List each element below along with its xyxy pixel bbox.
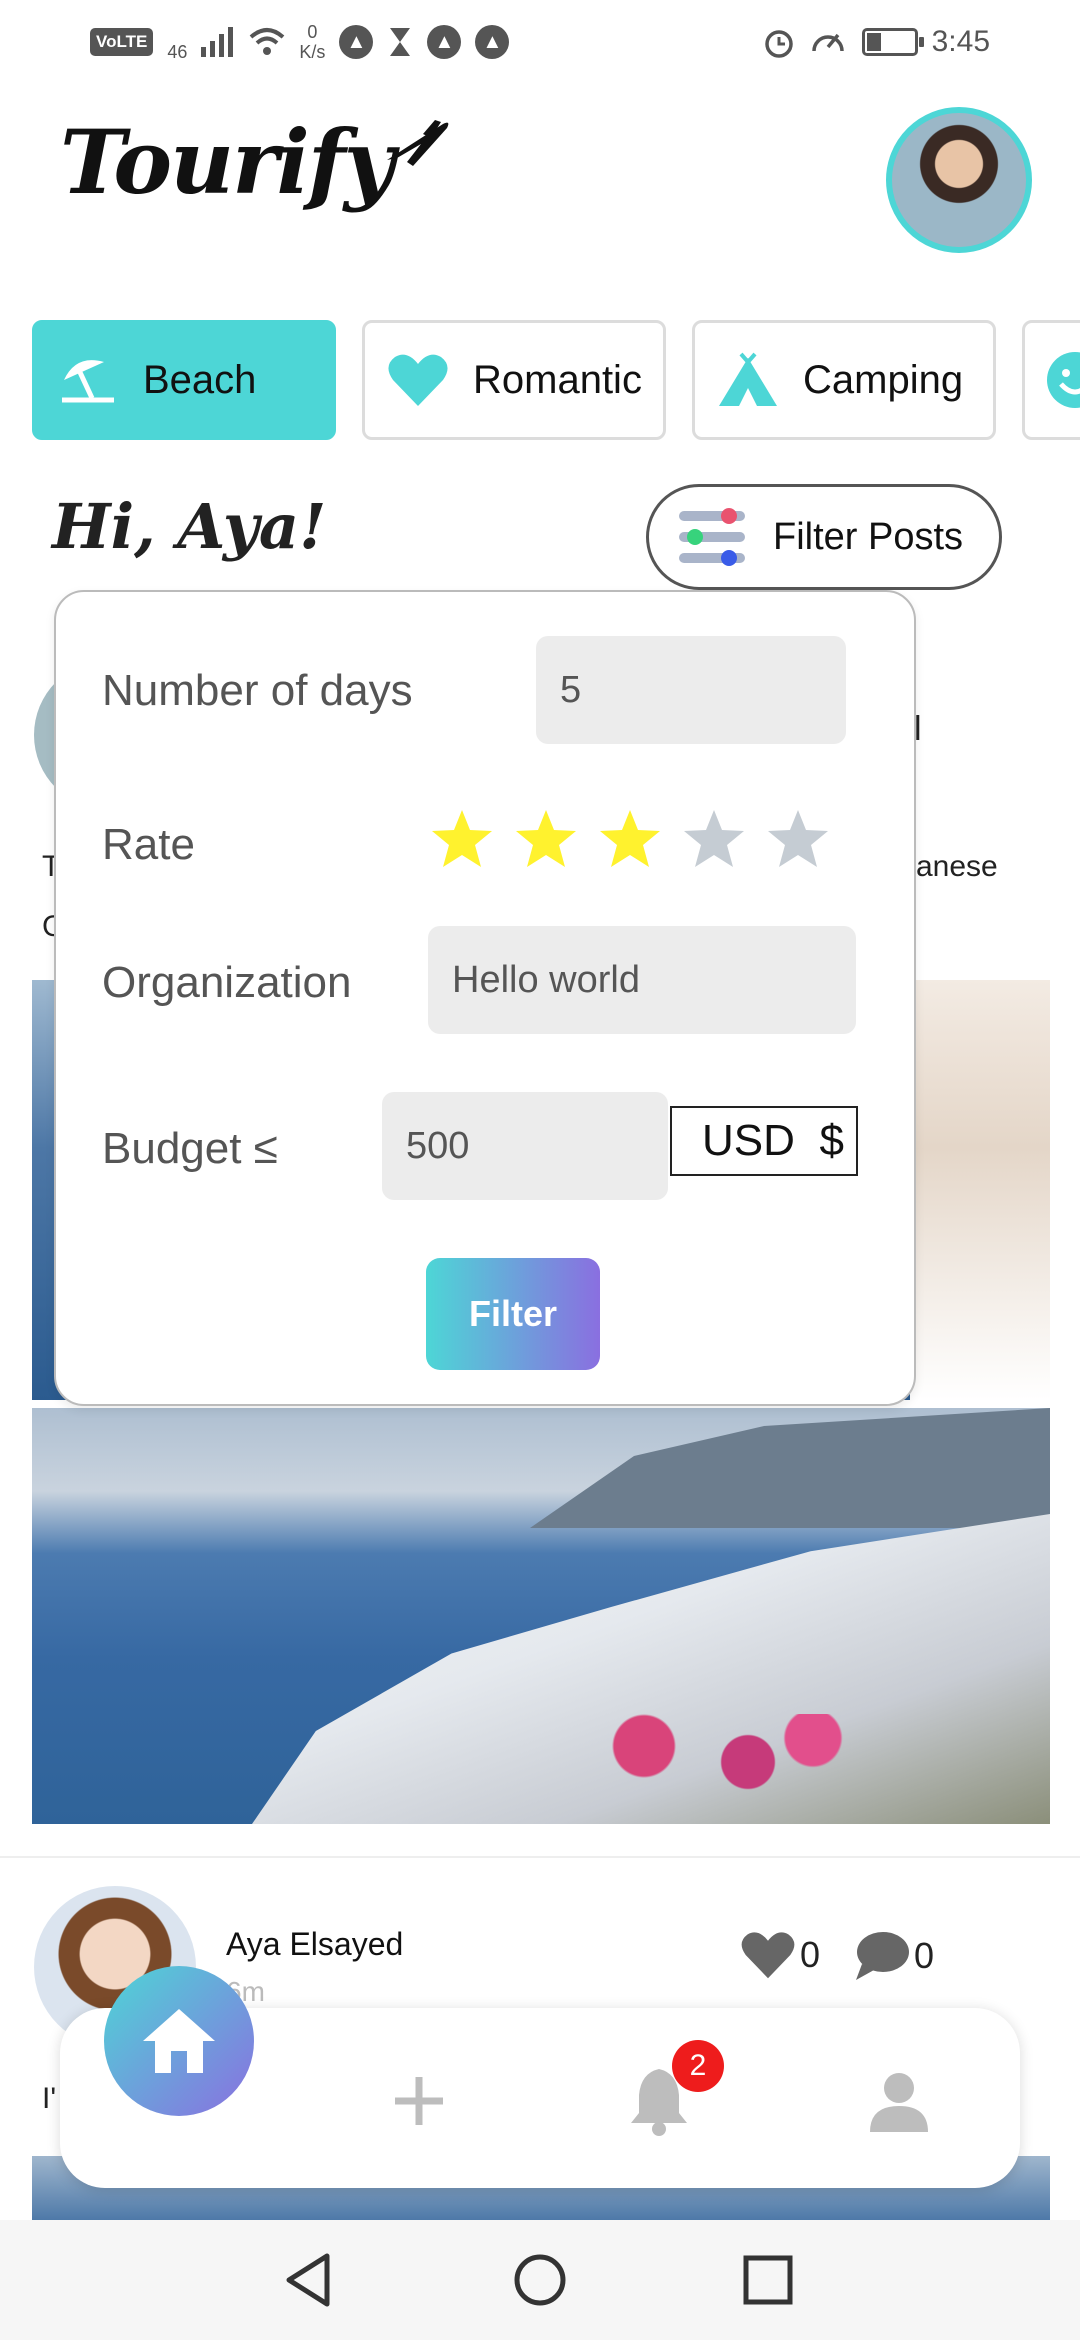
currency-select[interactable]: USD $	[670, 1106, 858, 1176]
post-text-fragment: anese	[916, 850, 998, 883]
filter-submit-button[interactable]: Filter	[426, 1258, 600, 1370]
signal-icon	[201, 27, 234, 57]
post-author[interactable]: Aya Elsayed	[226, 1926, 403, 1963]
network-label: 46	[167, 41, 188, 62]
smile-icon	[1045, 347, 1080, 413]
profile-icon	[870, 2073, 928, 2132]
star-filled-icon[interactable]	[598, 807, 662, 871]
post-divider	[0, 1856, 1080, 1858]
category-beach[interactable]: Beach	[32, 320, 336, 440]
profile-button[interactable]	[854, 2056, 944, 2146]
like-count: 0	[800, 1934, 821, 1975]
add-button[interactable]	[374, 2056, 464, 2146]
clock: 3:45	[931, 25, 990, 58]
post-image-houses	[910, 980, 1050, 1400]
airplane-icon	[386, 120, 449, 166]
days-input[interactable]	[536, 636, 846, 744]
home-circle-icon	[514, 2254, 566, 2306]
like-button[interactable]: 0	[740, 1930, 820, 1980]
rate-label: Rate	[102, 820, 195, 869]
system-home-button[interactable]	[508, 2248, 572, 2312]
category-more[interactable]	[1022, 320, 1080, 440]
category-label: Romantic	[473, 357, 642, 402]
star-filled-icon[interactable]	[514, 807, 578, 871]
system-recents-button[interactable]	[736, 2248, 800, 2312]
volte-icon: VoLTE	[90, 28, 154, 56]
rating-stars[interactable]	[430, 807, 830, 871]
speed-value: 0	[307, 22, 318, 42]
comment-button[interactable]: 0	[852, 1930, 934, 1982]
user-avatar[interactable]	[886, 107, 1032, 253]
budget-input[interactable]	[382, 1092, 668, 1200]
heart-icon	[741, 1932, 795, 1979]
comment-count: 0	[914, 1935, 935, 1976]
star-filled-icon[interactable]	[430, 807, 494, 871]
status-bar: VoLTE 46 0 K/s ▲ ▲ ▲ 3:45	[0, 0, 1080, 84]
app-name: Tourify	[60, 110, 395, 214]
heart-icon	[385, 347, 451, 413]
app-logo: Tourify	[60, 110, 453, 214]
days-label: Number of days	[102, 666, 413, 715]
speed-unit: K/s	[299, 42, 326, 62]
comment-icon	[856, 1932, 909, 1980]
currency-code: USD	[702, 1116, 795, 1165]
greeting: Hi, Aya!	[52, 490, 327, 563]
organization-input[interactable]	[428, 926, 856, 1034]
network-speed: 0 K/s	[299, 22, 325, 62]
battery-icon	[861, 28, 924, 56]
filter-posts-button[interactable]: Filter Posts	[646, 484, 1002, 590]
sliders-icon	[679, 508, 745, 566]
add-icon	[395, 2077, 443, 2125]
status-right: 3:45	[762, 25, 990, 59]
budget-label: Budget ≤	[102, 1124, 278, 1173]
status-left: VoLTE 46 0 K/s ▲ ▲ ▲	[90, 22, 510, 63]
post-image-flowers	[592, 1714, 852, 1794]
post-text-fragment: I'	[42, 2082, 57, 2115]
category-label: Camping	[803, 357, 964, 402]
home-icon	[143, 2009, 215, 2073]
back-triangle-icon	[286, 2253, 330, 2307]
home-button[interactable]	[104, 1966, 254, 2116]
wifi-icon	[250, 28, 285, 55]
data-saver-icon	[811, 33, 844, 52]
notification-c-icon: ▲	[475, 25, 510, 59]
recents-square-icon	[743, 2255, 793, 2305]
tent-icon	[715, 347, 781, 413]
currency-symbol: $	[819, 1116, 844, 1165]
hourglass-icon	[390, 28, 411, 56]
organization-label: Organization	[102, 958, 352, 1007]
category-camping[interactable]: Camping	[692, 320, 996, 440]
notification-badge: 2	[672, 2040, 724, 2092]
notification-b-icon: ▲	[427, 25, 462, 59]
star-empty-icon[interactable]	[682, 807, 746, 871]
category-tabs: Beach Romantic Camping	[32, 320, 1080, 440]
filter-posts-label: Filter Posts	[773, 515, 964, 558]
notification-a-icon: ▲	[339, 25, 374, 59]
category-romantic[interactable]: Romantic	[362, 320, 666, 440]
filter-popup: Number of days Rate Organization Budget …	[54, 590, 916, 1406]
category-label: Beach	[143, 357, 257, 402]
alarm-icon	[764, 30, 793, 58]
star-empty-icon[interactable]	[766, 807, 830, 871]
post-image[interactable]	[32, 1408, 1050, 1824]
system-back-button[interactable]	[276, 2248, 340, 2312]
battery-level	[866, 33, 881, 51]
post-image-mountain	[530, 1408, 1050, 1528]
beach-umbrella-icon	[55, 347, 121, 413]
